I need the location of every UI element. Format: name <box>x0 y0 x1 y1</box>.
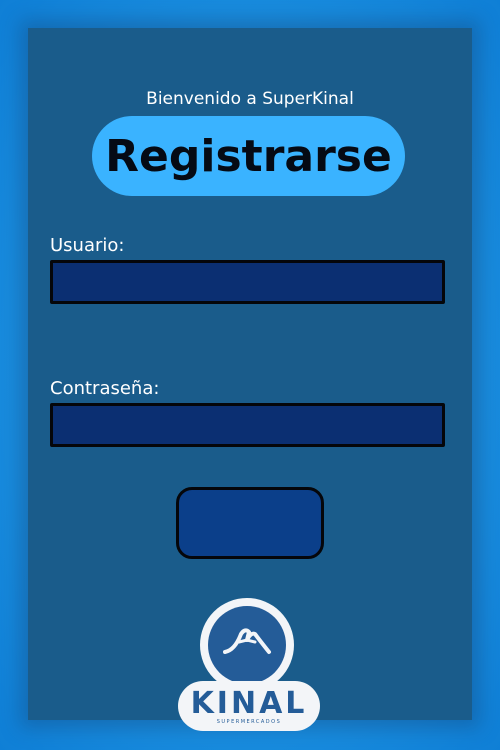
username-input[interactable] <box>50 260 445 304</box>
kinal-logo: KINAL SUPERMERCADOS <box>178 596 320 734</box>
register-submit-button[interactable] <box>176 487 324 559</box>
hands-roof-icon <box>208 606 286 684</box>
logo-circle <box>200 598 294 692</box>
password-input[interactable] <box>50 403 445 447</box>
password-label: Contraseña: <box>50 378 160 399</box>
logo-subtitle: SUPERMERCADOS <box>216 719 282 725</box>
page-title: Registrarse <box>92 116 405 196</box>
welcome-text: Bienvenido a SuperKinal <box>146 89 354 109</box>
logo-wordmark: KINAL <box>190 686 308 721</box>
username-label: Usuario: <box>50 235 125 256</box>
